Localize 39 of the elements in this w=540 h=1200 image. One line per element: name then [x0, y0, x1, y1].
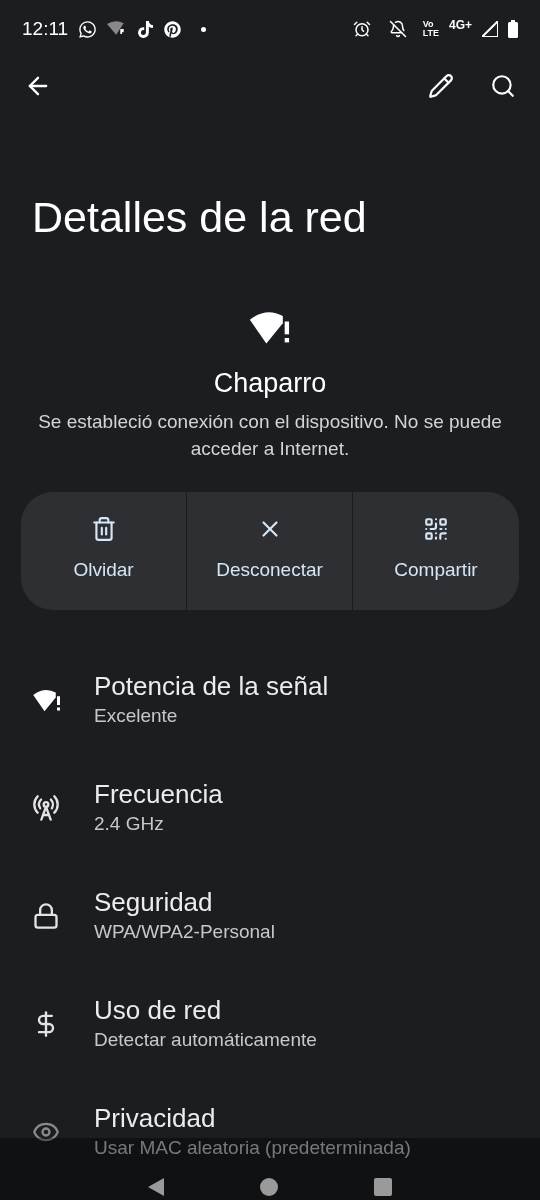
detail-label: Potencia de la señal	[94, 669, 329, 702]
volte-label: Vo	[422, 20, 435, 29]
home-nav-icon[interactable]	[260, 1178, 278, 1196]
lock-icon	[32, 901, 60, 930]
music-note-icon	[137, 20, 155, 38]
detail-value: Detectar automáticamente	[94, 1027, 317, 1052]
detail-value: Usar MAC aleatoria (predeterminada)	[94, 1135, 411, 1160]
network-type: 4G+	[449, 17, 472, 34]
bell-off-icon	[388, 20, 407, 38]
detail-label: Frecuencia	[94, 777, 223, 810]
detail-label: Seguridad	[94, 885, 214, 918]
detail-row[interactable]: Uso de red Detectar automáticamente	[0, 969, 540, 1078]
back-nav-icon[interactable]	[148, 1178, 164, 1196]
battery-icon	[508, 20, 518, 38]
pin-icon	[164, 20, 182, 38]
detail-value: WPA/WPA2-Personal	[94, 919, 275, 944]
detail-label: Uso de red	[94, 993, 223, 1026]
page-title: Detalles de la red	[32, 196, 368, 239]
action-button[interactable]: Olvidar	[21, 491, 187, 610]
connection-status: Se estableció conexión con el dispositivo. No se puede acceder a Internet.	[37, 409, 503, 461]
network-name: Chaparro	[213, 367, 327, 400]
radio-tower-icon	[32, 793, 60, 822]
detail-row[interactable]: Frecuencia 2.4 GHz	[0, 753, 540, 862]
volte-label: LTE	[422, 29, 439, 38]
detail-value: Excelente	[94, 703, 179, 728]
chat-icon	[78, 19, 98, 39]
detail-value: 2.4 GHz	[94, 811, 165, 836]
action-button[interactable]: Desconectar	[187, 491, 353, 610]
trash-icon	[90, 516, 117, 543]
detail-label: Privacidad	[94, 1101, 217, 1134]
detail-row[interactable]: Potencia de la señal Excelente	[0, 645, 540, 754]
alarm-icon	[352, 20, 371, 38]
qr-code-icon	[423, 516, 449, 543]
clock: 12:11	[22, 16, 69, 41]
action-button[interactable]: Compartir	[353, 491, 519, 610]
detail-row[interactable]: Privacidad Usar MAC aleatoria (predeterminada)	[0, 1077, 540, 1186]
detail-row[interactable]: Seguridad WPA/WPA2-Personal	[0, 861, 540, 970]
signal-icon	[482, 21, 498, 37]
edit-button[interactable]	[426, 71, 456, 101]
